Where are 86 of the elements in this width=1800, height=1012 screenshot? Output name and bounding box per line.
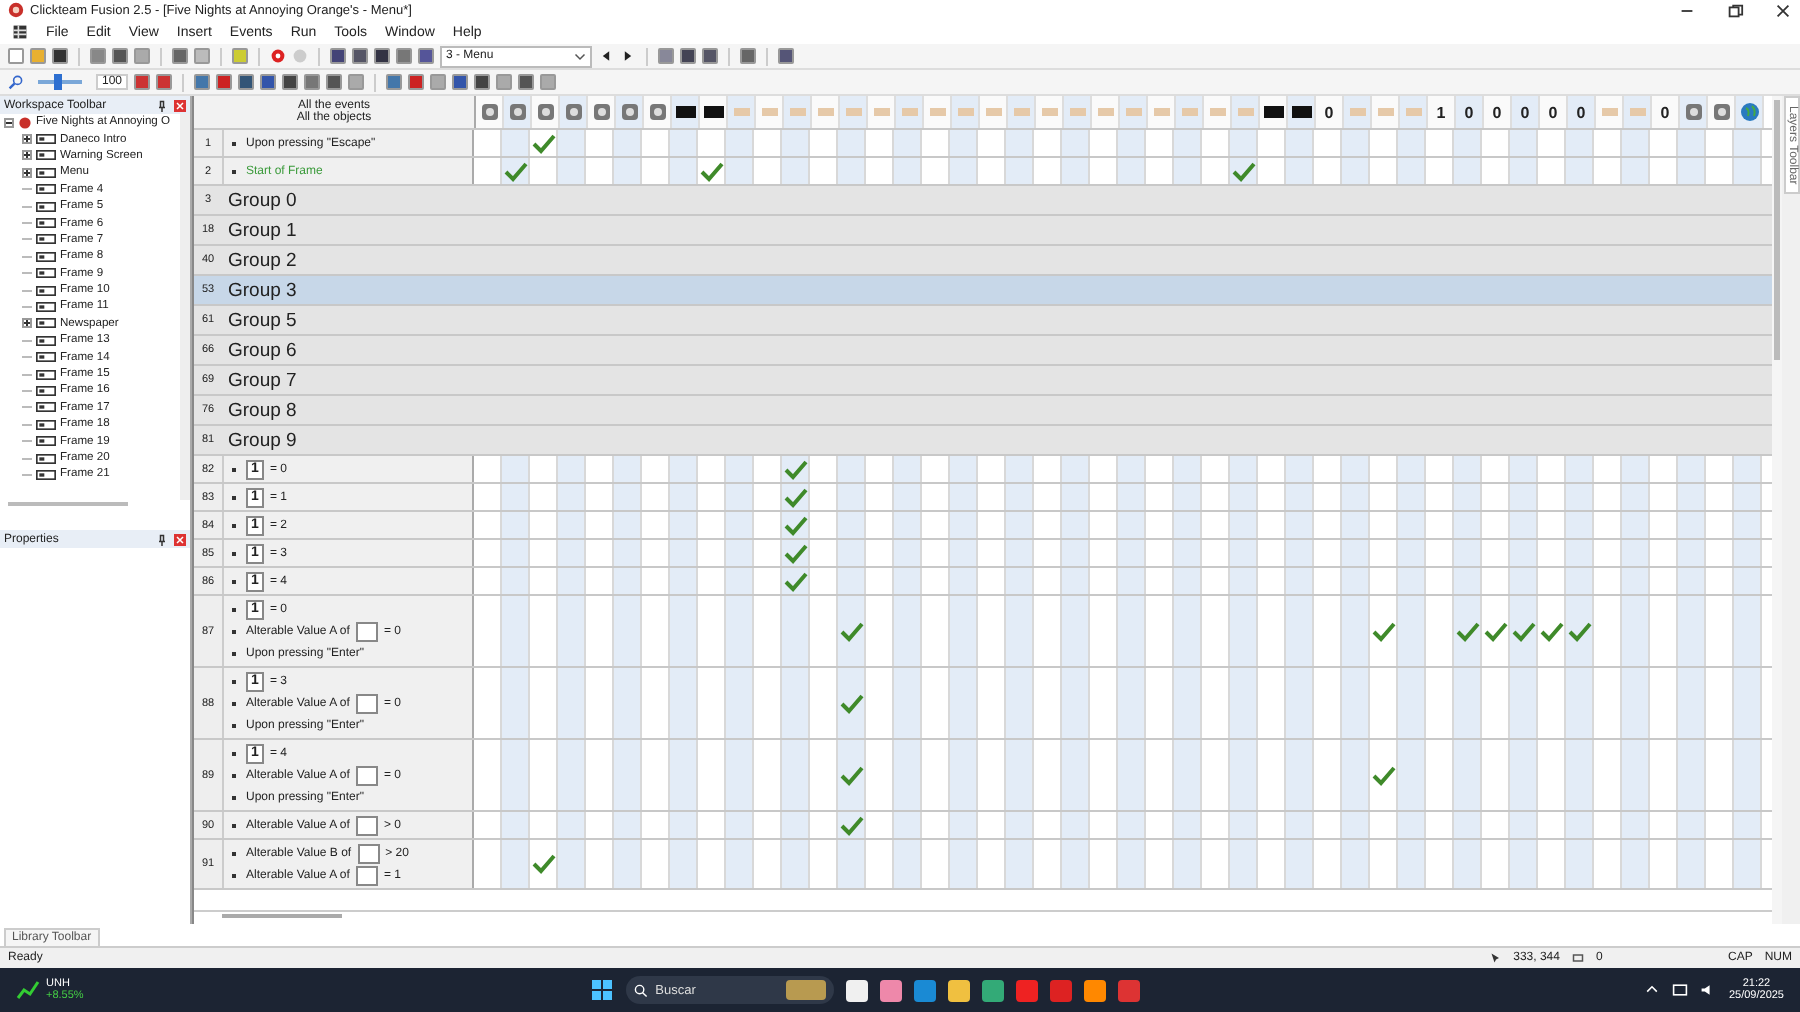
check-icon — [1511, 621, 1535, 641]
collapse-toggle[interactable] — [4, 117, 14, 128]
check-icon — [839, 621, 863, 641]
search-highlight-picture — [785, 980, 826, 1000]
expand-toggle[interactable] — [22, 134, 32, 145]
frame-icon — [36, 301, 56, 312]
taskbar-app-icon[interactable] — [1083, 979, 1106, 1001]
close-icon[interactable] — [1774, 1, 1792, 19]
check-icon — [1483, 621, 1507, 641]
check-icon — [783, 515, 807, 535]
check-icon — [531, 854, 555, 874]
check-icon — [1567, 621, 1591, 641]
pin-icon[interactable] — [156, 533, 168, 545]
group-title: Group 1 — [226, 219, 297, 241]
frame-icon — [36, 201, 56, 212]
left-arrow-icon[interactable] — [598, 48, 614, 64]
frame-icon — [36, 436, 56, 447]
restore-icon[interactable] — [1726, 1, 1744, 19]
cursor-icon — [1489, 952, 1502, 964]
caret-icon — [574, 50, 586, 62]
frame-icon — [36, 234, 56, 245]
group-title: Group 9 — [226, 429, 297, 451]
check-icon — [1539, 621, 1563, 641]
expand-toggle[interactable] — [22, 150, 32, 161]
group-title: Group 5 — [226, 309, 297, 331]
check-icon — [531, 133, 555, 153]
check-icon — [1371, 765, 1395, 785]
scrollbar-thumb[interactable] — [8, 502, 128, 506]
taskbar-app-icon[interactable] — [879, 979, 902, 1001]
frame-icon — [36, 352, 56, 363]
app-icon — [18, 115, 32, 130]
frame-icon — [36, 285, 56, 296]
chevron-up-icon[interactable] — [1644, 982, 1661, 998]
app-logo-icon — [8, 2, 24, 18]
search-icon[interactable] — [8, 74, 24, 90]
frame-icon — [36, 184, 56, 195]
expand-toggle[interactable] — [22, 167, 32, 178]
expand-toggle[interactable] — [22, 318, 32, 329]
object-icon — [1571, 952, 1584, 964]
frame-icon — [36, 335, 56, 346]
check-icon — [1371, 621, 1395, 641]
globe-icon[interactable] — [1739, 102, 1759, 122]
right-arrow-icon[interactable] — [620, 48, 636, 64]
check-icon — [699, 161, 723, 181]
group-title: Group 2 — [226, 249, 297, 271]
group-title: Group 7 — [226, 369, 297, 391]
frame-icon — [36, 385, 56, 396]
check-icon — [1231, 161, 1255, 181]
group-title: Group 3 — [226, 279, 297, 301]
record-icon[interactable] — [270, 48, 286, 64]
check-icon — [783, 487, 807, 507]
network-icon[interactable] — [1672, 982, 1689, 998]
frame-icon — [36, 453, 56, 463]
frame-icon — [36, 402, 56, 413]
slider-thumb[interactable] — [53, 74, 62, 90]
scrollbar-thumb[interactable] — [222, 914, 342, 918]
check-icon — [839, 815, 863, 835]
frame-icon — [36, 318, 56, 329]
frame-icon — [36, 251, 56, 262]
search-icon — [633, 983, 648, 997]
frame-icon — [36, 218, 56, 229]
frame-icon — [36, 369, 56, 380]
check-icon — [503, 161, 527, 181]
check-icon — [783, 543, 807, 563]
group-title: Group 6 — [226, 339, 297, 361]
circle-icon[interactable] — [292, 48, 308, 64]
frame-icon — [36, 150, 56, 161]
frame-icon — [36, 419, 56, 430]
windows-start-icon[interactable] — [589, 978, 614, 1002]
chart-icon[interactable] — [16, 978, 40, 1002]
taskbar-app-icon[interactable] — [947, 979, 970, 1001]
frame-icon — [36, 268, 56, 279]
group-title: Group 0 — [226, 189, 297, 211]
grid-icon[interactable] — [12, 24, 28, 40]
scrollbar-thumb[interactable] — [1774, 100, 1780, 360]
frame-icon — [36, 469, 56, 480]
check-icon — [1455, 621, 1479, 641]
check-icon — [839, 765, 863, 785]
group-title: Group 8 — [226, 399, 297, 421]
pin-icon[interactable] — [156, 99, 168, 111]
check-icon — [783, 571, 807, 591]
check-icon — [839, 693, 863, 713]
frame-icon — [36, 134, 56, 145]
check-icon — [783, 459, 807, 479]
frame-icon — [36, 167, 56, 178]
taskbar-app-icon[interactable] — [845, 979, 868, 1001]
